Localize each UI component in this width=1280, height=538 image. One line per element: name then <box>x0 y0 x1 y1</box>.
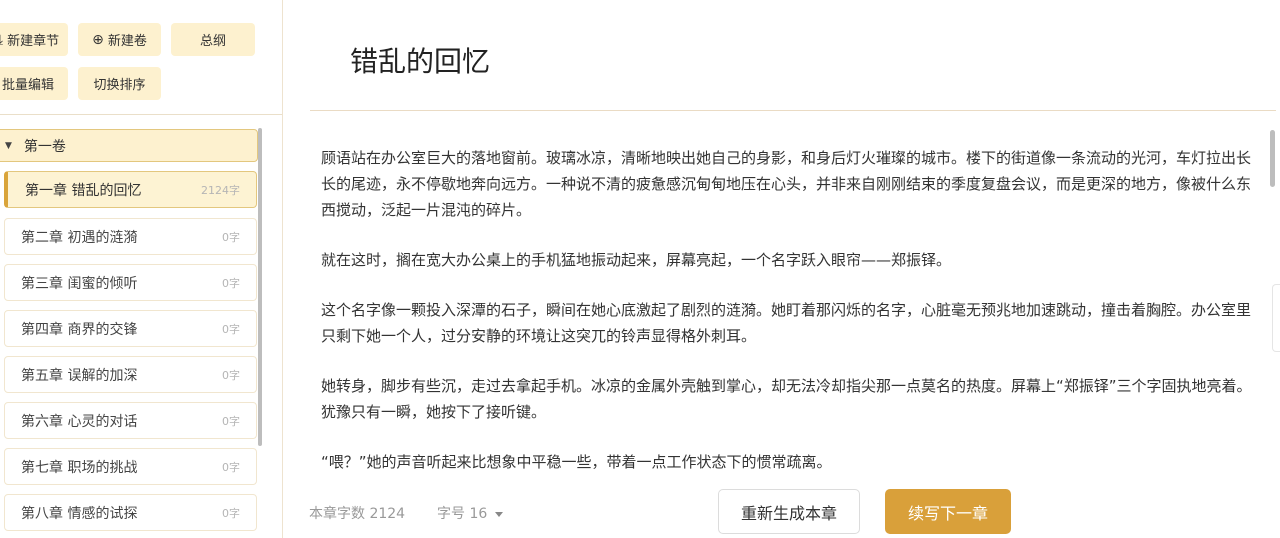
title-divider <box>310 110 1276 111</box>
volume-label: 第一卷 <box>23 138 66 155</box>
batch-edit-button[interactable]: 批量编辑 <box>0 67 68 100</box>
chapter-title: 第三章 闺蜜的倾听 <box>21 275 138 292</box>
toolbar-divider <box>0 114 282 115</box>
chapter-word-count: 0字 <box>222 230 240 244</box>
volume-header[interactable]: ▼ 第一卷 <box>0 129 258 162</box>
new-volume-button[interactable]: ⊕ 新建卷 <box>78 23 161 56</box>
chapter-title: 第七章 职场的挑战 <box>21 459 138 476</box>
continue-next-chapter-button[interactable]: 续写下一章 <box>885 489 1011 534</box>
content-paragraph: 这个名字像一颗投入深潭的石子，瞬间在她心底激起了剧烈的涟漪。她盯着那闪烁的名字，… <box>321 301 1252 345</box>
regenerate-chapter-button[interactable]: 重新生成本章 <box>718 489 860 534</box>
chapter-item-7[interactable]: 第七章 职场的挑战 0字 <box>4 448 257 485</box>
editor-panel: 错乱的回忆 顾语站在办公室巨大的落地窗前。玻璃冰凉，清晰地映出她自己的身影，和身… <box>284 0 1280 538</box>
chapter-word-count: 0字 <box>222 506 240 520</box>
font-size-select[interactable]: 字号 16 <box>437 503 504 523</box>
toggle-sort-label: 切换排序 <box>93 78 146 93</box>
content-paragraph: 顾语站在办公室巨大的落地窗前。玻璃冰凉，清晰地映出她自己的身影，和身后灯火璀璨的… <box>321 149 1252 219</box>
content-paragraph: 她转身，脚步有些沉，走过去拿起手机。冰凉的金属外壳触到掌心，却无法冷却指尖那一点… <box>321 377 1252 421</box>
chapter-word-count: 0字 <box>222 460 240 474</box>
chapter-item-3[interactable]: 第三章 闺蜜的倾听 0字 <box>4 264 257 301</box>
chapter-title: 第四章 商界的交锋 <box>21 321 138 338</box>
insert-icon: ⤓ <box>0 32 3 48</box>
chapter-item-1[interactable]: 第一章 错乱的回忆 2124字 <box>4 171 257 208</box>
chapter-word-count: 0字 <box>222 368 240 382</box>
new-chapter-label: 新建章节 <box>7 34 60 49</box>
chapter-item-6[interactable]: 第六章 心灵的对话 0字 <box>4 402 257 439</box>
content-paragraph: 就在这时，搁在宽大办公桌上的手机猛地振动起来，屏幕亮起，一个名字跃入眼帘——郑振… <box>321 251 952 269</box>
content-paragraph: “喂？”她的声音听起来比想象中平稳一些，带着一点工作状态下的惯常疏离。 <box>321 453 832 471</box>
chapter-title: 第二章 初遇的涟漪 <box>21 229 138 246</box>
chapter-word-count: 0字 <box>222 276 240 290</box>
chapter-heading[interactable]: 错乱的回忆 <box>350 40 490 80</box>
plus-circle-icon: ⊕ <box>92 31 104 48</box>
side-drawer-tab[interactable] <box>1272 284 1280 352</box>
chapter-title: 第一章 错乱的回忆 <box>25 182 142 199</box>
word-count-label: 本章字数 2124 <box>309 506 406 522</box>
outline-label: 总纲 <box>199 34 226 49</box>
chapter-word-count: 2124字 <box>201 183 240 197</box>
chapter-title: 第五章 误解的加深 <box>21 367 138 384</box>
content-scrollbar[interactable] <box>1270 130 1275 187</box>
caret-down-icon: ▼ <box>5 140 12 151</box>
batch-edit-label: 批量编辑 <box>1 78 54 93</box>
new-chapter-button[interactable]: ⤓ 新建章节 <box>0 23 68 56</box>
chapter-item-8[interactable]: 第八章 情感的试探 0字 <box>4 494 257 531</box>
chapter-title: 第八章 情感的试探 <box>21 505 138 522</box>
chapter-item-2[interactable]: 第二章 初遇的涟漪 0字 <box>4 218 257 255</box>
chapter-item-5[interactable]: 第五章 误解的加深 0字 <box>4 356 257 393</box>
chapter-word-count: 0字 <box>222 414 240 428</box>
chevron-down-icon <box>495 511 504 517</box>
font-size-value: 字号 16 <box>437 506 488 522</box>
chapter-sidebar: ⤓ 新建章节 ⊕ 新建卷 总纲 批量编辑 切换排序 ▼ 第一卷 第一章 错乱的回… <box>0 0 283 538</box>
toggle-sort-button[interactable]: 切换排序 <box>78 67 161 100</box>
outline-button[interactable]: 总纲 <box>171 23 255 56</box>
chapter-item-4[interactable]: 第四章 商界的交锋 0字 <box>4 310 257 347</box>
chapter-content[interactable]: 顾语站在办公室巨大的落地窗前。玻璃冰凉，清晰地映出她自己的身影，和身后灯火璀璨的… <box>321 145 1263 499</box>
chapter-word-count: 0字 <box>222 322 240 336</box>
sidebar-scrollbar[interactable] <box>258 128 262 446</box>
chapter-title: 第六章 心灵的对话 <box>21 413 138 430</box>
new-volume-label: 新建卷 <box>107 34 147 49</box>
